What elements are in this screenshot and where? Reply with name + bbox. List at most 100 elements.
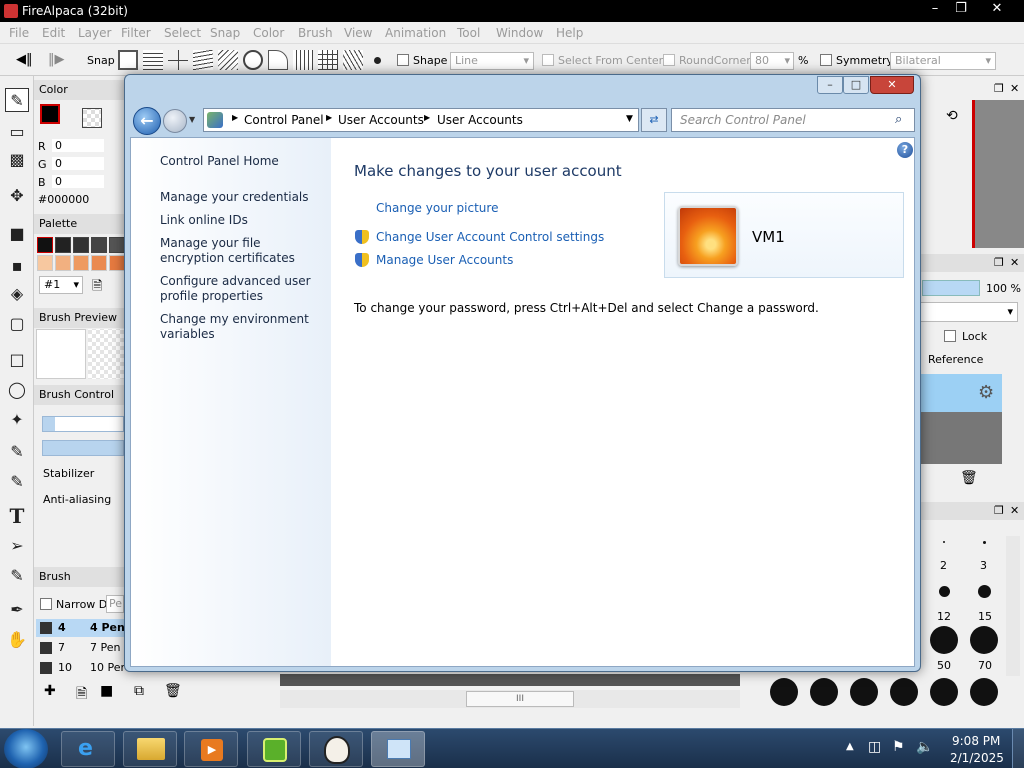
taskbar-firealpaca[interactable]: [309, 731, 363, 767]
user-picture[interactable]: [678, 206, 738, 266]
breadcrumb-control-panel[interactable]: Control Panel: [244, 113, 324, 127]
nav-file-encryption[interactable]: Manage your file encryption certificates: [160, 236, 325, 266]
menu-select[interactable]: Select: [164, 26, 201, 40]
brush-size-dot[interactable]: [930, 626, 958, 654]
brush-size-dot[interactable]: [890, 678, 918, 706]
nav-environment-variables[interactable]: Change my environment variables: [160, 312, 325, 342]
text-tool-icon[interactable]: T: [5, 504, 29, 528]
menu-file[interactable]: File: [9, 26, 29, 40]
action-center-flag-icon[interactable]: ⚑: [892, 739, 905, 755]
operation-tool-icon[interactable]: ➢: [5, 534, 29, 558]
next-icon[interactable]: ‖▶: [48, 52, 65, 67]
narrow-checkbox[interactable]: [40, 598, 52, 610]
snap-circle-icon[interactable]: [243, 50, 263, 70]
menu-layer[interactable]: Layer: [78, 26, 111, 40]
symmetry-select[interactable]: Bilateral ▾: [890, 52, 996, 70]
g-input[interactable]: 0: [52, 157, 104, 170]
brush-row[interactable]: 7 7 Pen: [36, 639, 124, 657]
search-icon[interactable]: ⌕: [895, 112, 902, 127]
menu-window[interactable]: Window: [496, 26, 543, 40]
new-brush-icon[interactable]: 🗎: [76, 683, 87, 707]
snap-grid-icon[interactable]: [318, 50, 338, 70]
network-icon[interactable]: ◫: [868, 739, 881, 755]
palette-swatch[interactable]: [109, 237, 125, 253]
brush-opacity-slider[interactable]: [42, 440, 124, 456]
eyedropper-icon[interactable]: ✒: [5, 598, 29, 622]
uac-settings-link[interactable]: Change User Account Control settings: [376, 230, 604, 244]
duplicate-brush-icon[interactable]: ⧉: [134, 683, 144, 699]
menu-filter[interactable]: Filter: [121, 26, 151, 40]
palette-selector[interactable]: #1 ▾: [39, 276, 83, 294]
taskbar-media-player[interactable]: ▶: [184, 731, 238, 767]
select-eraser-icon[interactable]: ✎: [5, 470, 29, 494]
address-bar[interactable]: ▶ Control Panel ▶ User Accounts ▶ User A…: [203, 108, 639, 132]
gradient-tool-icon[interactable]: ▪: [5, 254, 29, 278]
prev-icon[interactable]: ◀‖: [16, 52, 33, 67]
fill-tool-icon[interactable]: ▢: [5, 312, 29, 336]
chevron-down-icon[interactable]: ▼: [626, 114, 633, 124]
window-minimize-button[interactable]: –: [817, 76, 843, 94]
taskbar-explorer[interactable]: [123, 731, 177, 767]
brush-row[interactable]: 10 10 Pen: [36, 659, 124, 677]
add-brush-icon[interactable]: ✚: [44, 683, 56, 699]
menu-help[interactable]: Help: [556, 26, 583, 40]
nav-manage-credentials[interactable]: Manage your credentials: [160, 190, 325, 205]
select-tool-icon[interactable]: □: [5, 348, 29, 372]
symmetry-checkbox[interactable]: [820, 54, 832, 66]
new-palette-icon[interactable]: 🗎: [92, 277, 102, 299]
snap-parallel-icon[interactable]: [143, 50, 163, 70]
magic-wand-icon[interactable]: ✦: [5, 408, 29, 432]
nav-advanced-profile[interactable]: Configure advanced user profile properti…: [160, 274, 325, 304]
panel-close-icon[interactable]: ✕: [1010, 504, 1019, 517]
snap-radial-icon[interactable]: [218, 50, 238, 70]
bucket-tool-icon[interactable]: ◈: [5, 282, 29, 306]
snap-dot-icon[interactable]: [374, 57, 381, 64]
palette-swatch[interactable]: [109, 255, 125, 271]
restore-button[interactable]: ❐: [944, 0, 978, 18]
taskbar-control-panel[interactable]: [371, 731, 425, 767]
palette-swatch[interactable]: [73, 237, 89, 253]
breadcrumb-user-accounts-current[interactable]: User Accounts: [437, 113, 523, 127]
snap-curve-icon[interactable]: [193, 50, 213, 70]
palette-swatch[interactable]: [37, 255, 53, 271]
snap-3d-icon[interactable]: [343, 50, 363, 70]
snap-perspective-icon[interactable]: [293, 50, 313, 70]
help-icon[interactable]: ?: [897, 142, 913, 158]
brush-size-dot[interactable]: [930, 678, 958, 706]
delete-brush-icon[interactable]: 🗑: [164, 683, 182, 699]
nav-link-online-ids[interactable]: Link online IDs: [160, 213, 325, 228]
dot-tool-icon[interactable]: ▩: [5, 148, 29, 172]
palette-swatch[interactable]: [55, 237, 71, 253]
blend-mode-select[interactable]: ▾: [920, 302, 1018, 322]
delete-layer-icon[interactable]: 🗑: [960, 470, 978, 486]
search-input[interactable]: Search Control Panel: [671, 108, 915, 132]
brush-size-dot[interactable]: [770, 678, 798, 706]
menu-brush[interactable]: Brush: [298, 26, 333, 40]
brush-row[interactable]: 4 4 Pen: [36, 619, 125, 637]
panel-restore-icon[interactable]: ❐: [994, 504, 1004, 517]
round-corner-checkbox[interactable]: [663, 54, 675, 66]
clock-time[interactable]: 9:08 PM: [952, 734, 1000, 748]
palette-swatch[interactable]: [91, 237, 107, 253]
brush-size-dot[interactable]: [810, 678, 838, 706]
manage-user-accounts-link[interactable]: Manage User Accounts: [376, 253, 513, 267]
brush-size-dot[interactable]: [943, 541, 945, 543]
menu-animation[interactable]: Animation: [385, 26, 446, 40]
divide-tool-icon[interactable]: ✎: [5, 564, 29, 588]
hand-tool-icon[interactable]: ✋: [5, 628, 29, 652]
brush-size-dot[interactable]: [970, 626, 998, 654]
move-tool-icon[interactable]: ✥: [5, 184, 29, 208]
layer-row-selected[interactable]: ⚙: [920, 374, 1002, 412]
show-desktop-button[interactable]: [1012, 729, 1024, 768]
start-button[interactable]: [4, 729, 48, 768]
menu-color[interactable]: Color: [253, 26, 284, 40]
shape-checkbox[interactable]: [397, 54, 409, 66]
panel-close-icon[interactable]: ✕: [1010, 256, 1019, 269]
palette-swatch[interactable]: [55, 255, 71, 271]
canvas-horizontal-scrollbar[interactable]: III: [280, 690, 740, 708]
palette-swatch[interactable]: [73, 255, 89, 271]
snap-corner-icon[interactable]: [268, 50, 288, 70]
layer-opacity-slider[interactable]: [922, 280, 980, 296]
brush-size-slider[interactable]: [42, 416, 124, 432]
transparent-swatch[interactable]: [82, 108, 102, 128]
